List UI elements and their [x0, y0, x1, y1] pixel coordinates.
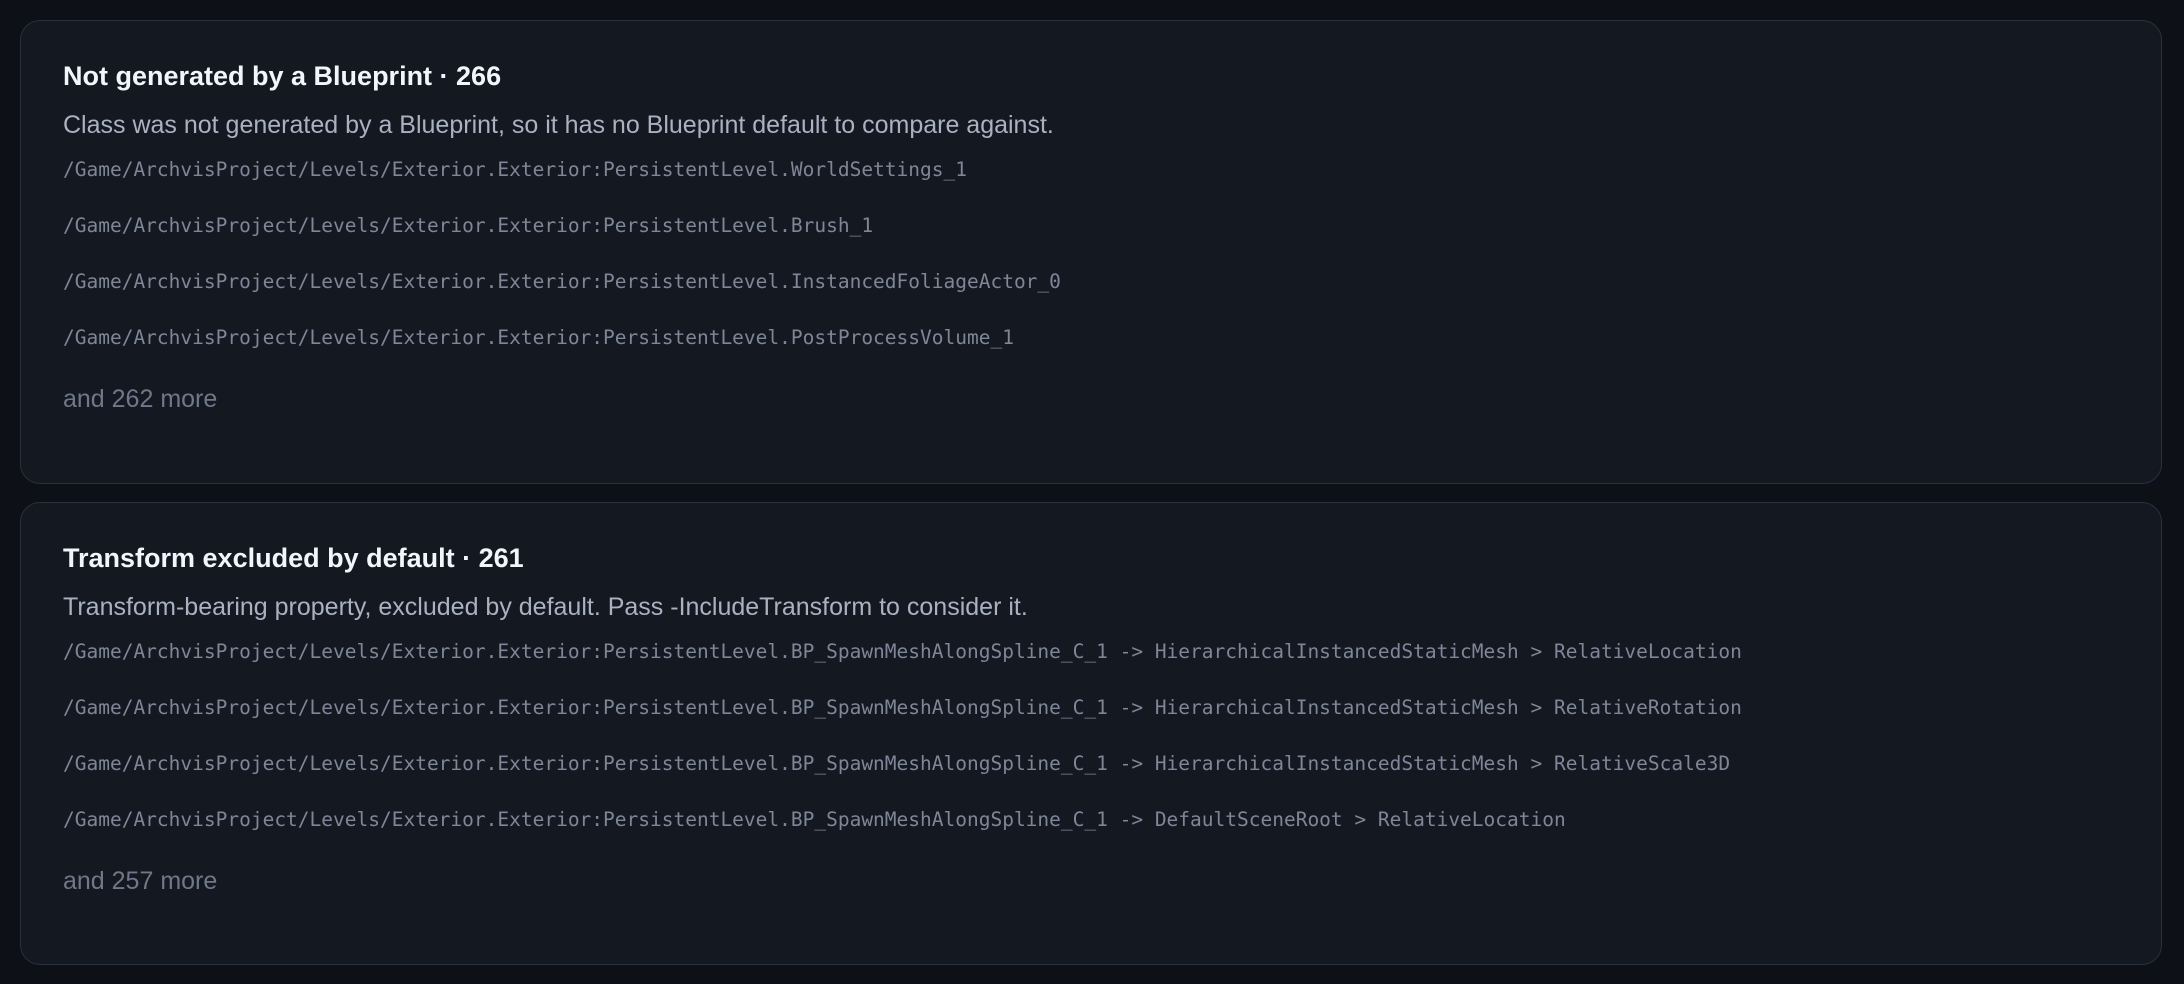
- page: Not generated by a Blueprint · 266 Class…: [0, 0, 2184, 984]
- path-item: /Game/ArchvisProject/Levels/Exterior.Ext…: [63, 752, 1731, 775]
- more-items-link[interactable]: and 262 more: [63, 382, 217, 416]
- path-item: /Game/ArchvisProject/Levels/Exterior.Ext…: [63, 696, 1742, 719]
- path-list: /Game/ArchvisProject/Levels/Exterior.Ext…: [63, 638, 2121, 834]
- path-list: /Game/ArchvisProject/Levels/Exterior.Ext…: [63, 156, 2121, 352]
- card-description: Class was not generated by a Blueprint, …: [63, 111, 1054, 139]
- path-item: /Game/ArchvisProject/Levels/Exterior.Ext…: [63, 640, 1742, 663]
- card-title: Not generated by a Blueprint · 266: [63, 61, 502, 91]
- path-item: /Game/ArchvisProject/Levels/Exterior.Ext…: [63, 158, 967, 181]
- more-items-link[interactable]: and 257 more: [63, 864, 217, 898]
- path-item: /Game/ArchvisProject/Levels/Exterior.Ext…: [63, 214, 874, 237]
- issue-card-transform-excluded: Transform excluded by default · 261 Tran…: [20, 502, 2162, 965]
- path-item: /Game/ArchvisProject/Levels/Exterior.Ext…: [63, 326, 1014, 349]
- card-description: Transform-bearing property, excluded by …: [63, 593, 1028, 621]
- card-title: Transform excluded by default · 261: [63, 543, 524, 573]
- issue-card-not-blueprint-generated: Not generated by a Blueprint · 266 Class…: [20, 20, 2162, 484]
- path-item: /Game/ArchvisProject/Levels/Exterior.Ext…: [63, 270, 1061, 293]
- path-item: /Game/ArchvisProject/Levels/Exterior.Ext…: [63, 808, 1566, 831]
